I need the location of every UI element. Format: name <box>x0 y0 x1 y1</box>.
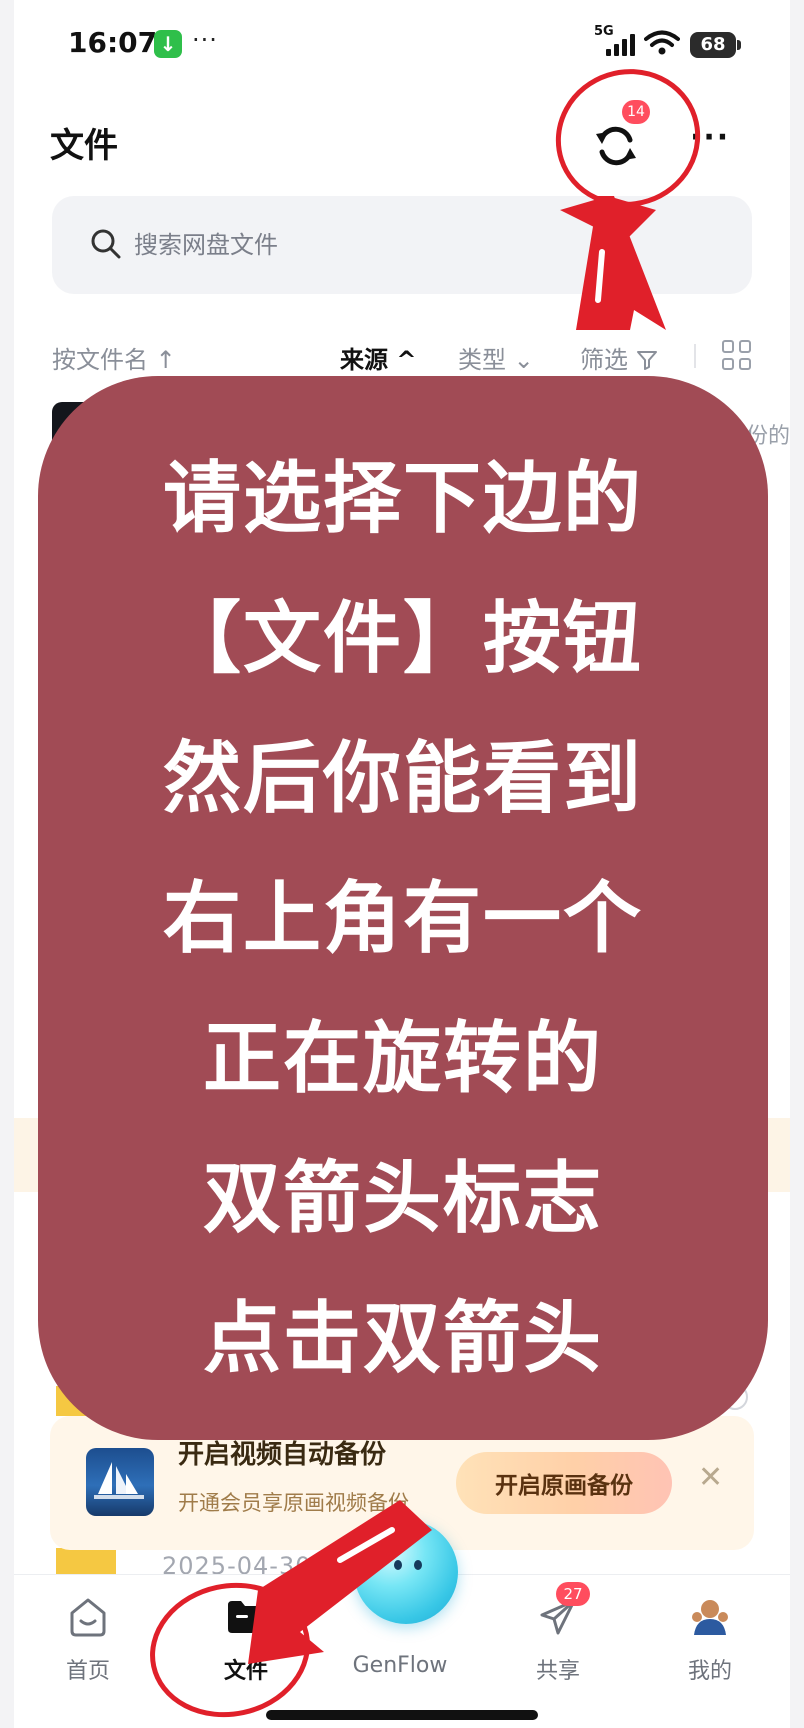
tab-home-label: 首页 <box>65 1659 110 1684</box>
orb-eye <box>394 1560 402 1570</box>
sort-by-name[interactable]: 按文件名 ↑ <box>52 340 176 375</box>
filter-icon <box>636 351 657 370</box>
overlay-line: 【文件】按钮 <box>162 594 643 684</box>
tab-files[interactable]: 文件 <box>186 1575 306 1705</box>
tab-genflow-label: GenFlow <box>352 1653 448 1678</box>
sailboat-thumbnail <box>86 1448 154 1516</box>
search-icon <box>91 229 121 259</box>
tab-me[interactable]: 我的 <box>650 1575 770 1705</box>
page-title: 文件 <box>50 126 118 166</box>
tab-files-label: 文件 <box>223 1659 268 1684</box>
sort-by-source[interactable]: 来源 ^ <box>340 340 416 375</box>
enable-backup-button[interactable]: 开启原画备份 <box>456 1452 672 1514</box>
close-icon[interactable]: ✕ <box>698 1460 723 1495</box>
banner-subtitle: 开通会员享原画视频备份 <box>178 1491 409 1515</box>
status-more-indicator: ··· <box>192 26 218 54</box>
overlay-line: 双箭头标志 <box>202 1154 603 1244</box>
home-icon <box>70 1598 106 1637</box>
overlay-line: 右上角有一个 <box>162 874 643 964</box>
filter-button[interactable]: 筛选 <box>580 340 658 375</box>
overlay-line: 点击双箭头 <box>202 1294 603 1384</box>
screen: 16:07 ↓ ··· 5G 68 文件 14 ··· 按文件名 ↑ 来源 ^ … <box>0 0 804 1728</box>
overlay-line: 请选择下边的 <box>162 454 643 544</box>
signal-icon <box>606 34 636 56</box>
download-icon: ↓ <box>154 30 182 58</box>
left-edge <box>0 0 14 1728</box>
tab-share-label: 共享 <box>535 1659 580 1684</box>
overlay-line: 正在旋转的 <box>202 1014 603 1104</box>
filter-label: 筛选 <box>580 346 628 374</box>
status-time: 16:07 <box>68 26 158 59</box>
genflow-icon[interactable] <box>354 1520 458 1624</box>
more-button[interactable]: ··· <box>690 120 730 155</box>
avatar <box>692 1600 728 1635</box>
right-edge <box>790 0 804 1728</box>
home-indicator <box>266 1710 538 1720</box>
search-input[interactable] <box>134 196 714 294</box>
sync-badge: 14 <box>622 100 650 124</box>
sort-by-type[interactable]: 类型 ⌄ <box>458 340 534 375</box>
folder-icon <box>228 1601 264 1633</box>
sync-icon[interactable] <box>588 118 644 174</box>
grid-view-icon[interactable] <box>722 340 752 370</box>
tab-home[interactable]: 首页 <box>28 1575 148 1705</box>
orb-eye <box>414 1560 422 1570</box>
instruction-overlay: 请选择下边的 【文件】按钮 然后你能看到 右上角有一个 正在旋转的 双箭头标志 … <box>38 376 768 1440</box>
wifi-icon <box>644 30 680 55</box>
overlay-line: 然后你能看到 <box>162 734 643 824</box>
tab-me-label: 我的 <box>687 1659 732 1684</box>
divider <box>694 344 696 368</box>
share-badge: 27 <box>556 1582 590 1606</box>
battery-indicator: 68 <box>690 32 736 58</box>
battery-nub <box>737 40 741 50</box>
search-bar[interactable] <box>52 196 752 294</box>
